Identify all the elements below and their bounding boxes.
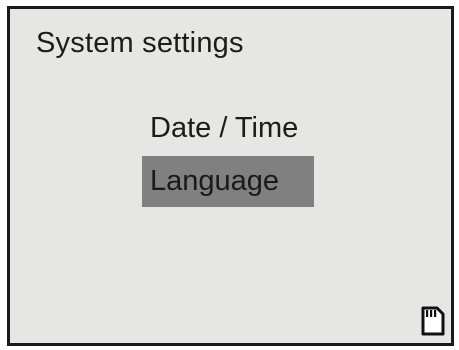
page-title: System settings: [36, 27, 244, 59]
device-screen: System settings Date / Time Language: [7, 6, 454, 346]
menu-item-language[interactable]: Language: [142, 156, 314, 207]
menu-item-date-time[interactable]: Date / Time: [150, 103, 298, 154]
sd-card-icon: [421, 306, 445, 336]
